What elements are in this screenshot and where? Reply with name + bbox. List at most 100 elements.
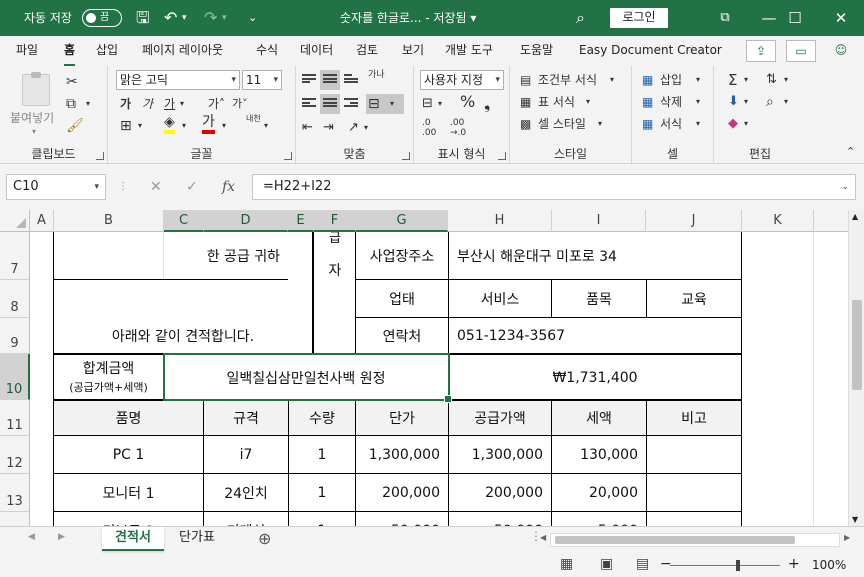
conditional-formatting-button[interactable]: 조건부 서식 (538, 70, 597, 90)
delete-cells-icon[interactable]: ▦ (642, 92, 653, 112)
redo-dropdown-icon[interactable]: ▾ (222, 0, 227, 36)
item-name[interactable]: 키보드 2 (54, 512, 203, 526)
clear-icon[interactable]: ◆ (728, 114, 738, 134)
select-all-corner[interactable] (0, 210, 30, 232)
underline-button[interactable]: 가 (164, 94, 175, 114)
item-supply[interactable]: 1,300,000 (449, 436, 551, 474)
font-launcher-icon[interactable] (284, 152, 292, 160)
scroll-right-icon[interactable]: ▶ (844, 533, 850, 542)
column-header-g[interactable]: G (356, 210, 448, 232)
cell-styles-dropdown-icon[interactable]: ▾ (598, 114, 602, 134)
cell-g7[interactable]: 사업장주소 (356, 232, 448, 280)
share-icon[interactable]: ⇪ (746, 40, 776, 62)
close-icon[interactable]: ✕ (818, 0, 864, 36)
zoom-slider-track[interactable] (670, 565, 780, 566)
cell-styles-icon[interactable]: ▩ (520, 114, 531, 134)
save-icon[interactable]: 🖫 (136, 0, 150, 36)
cell-b10-line1[interactable]: 합계금액 (54, 356, 163, 380)
column-header-b[interactable]: B (54, 210, 164, 232)
format-cells-icon[interactable]: ▦ (642, 114, 653, 134)
scroll-up-icon[interactable]: ▲ (852, 212, 858, 221)
percent-style-button[interactable]: % (460, 92, 475, 112)
page-layout-view-icon[interactable]: ▣ (600, 556, 613, 572)
clipboard-launcher-icon[interactable] (96, 152, 104, 160)
item-note[interactable] (647, 512, 741, 526)
number-launcher-icon[interactable] (498, 152, 506, 160)
next-sheet-icon[interactable]: ▶ (58, 532, 65, 542)
column-header-c[interactable]: C (164, 210, 204, 232)
align-bottom-icon[interactable] (344, 74, 358, 86)
font-color-button[interactable]: 가 (202, 114, 215, 134)
format-as-table-dropdown-icon[interactable]: ▾ (586, 92, 590, 112)
sort-filter-icon[interactable]: ⇅ (766, 70, 777, 90)
fill-icon[interactable]: ⬇ (728, 92, 739, 112)
vertical-scrollbar[interactable]: ▲ ▼ (848, 210, 864, 526)
login-button[interactable]: 로그인 (610, 8, 668, 28)
comma-style-icon[interactable]: ❟ (484, 94, 490, 114)
cell-h9[interactable]: 051-1234-3567 (449, 318, 741, 354)
font-name-caret-icon[interactable]: ▾ (231, 71, 236, 89)
decrease-decimal-icon[interactable]: .00 →.0 (450, 118, 466, 138)
underline-dropdown-icon[interactable]: ▾ (180, 94, 184, 114)
normal-view-icon[interactable]: ▦ (560, 556, 573, 572)
item-price[interactable]: 200,000 (356, 474, 448, 512)
shrink-font-button[interactable]: 가˅ (232, 94, 248, 114)
cell-h8[interactable]: 서비스 (449, 280, 551, 318)
item-price[interactable]: 50,000 (356, 512, 448, 526)
grow-font-button[interactable]: 가˄ (208, 94, 225, 114)
tab-file[interactable]: 파일 (16, 36, 38, 66)
ribbon-display-options-icon[interactable]: ⧉ (702, 0, 748, 36)
item-qty[interactable]: 1 (289, 474, 355, 512)
insert-cells-dropdown-icon[interactable]: ▾ (696, 70, 700, 90)
item-spec[interactable]: 기계식 (204, 512, 288, 526)
autosave-toggle[interactable]: 끔 (82, 9, 122, 27)
zoom-in-icon[interactable]: + (788, 556, 800, 572)
cell-j8[interactable]: 교육 (647, 280, 741, 318)
document-title[interactable]: 숫자를 한글로... - 저장됨 ▾ (340, 0, 476, 36)
maximize-icon[interactable]: ☐ (772, 0, 818, 36)
insert-cells-icon[interactable]: ▦ (642, 70, 653, 90)
cut-icon[interactable]: ✂ (66, 72, 78, 92)
align-top-icon[interactable] (302, 74, 316, 86)
column-header-j[interactable]: J (646, 210, 742, 232)
row-header-8[interactable]: 8 (0, 280, 30, 318)
sheet-tab-quote[interactable]: 견적서 (102, 527, 164, 551)
tab-page-layout[interactable]: 페이지 레이아웃 (142, 36, 223, 66)
merge-dropdown-icon[interactable]: ▾ (390, 94, 394, 114)
paste-icon[interactable] (22, 72, 50, 106)
format-cells-dropdown-icon[interactable]: ▾ (696, 114, 700, 134)
collapse-ribbon-icon[interactable]: ⌃ (846, 142, 855, 162)
row-header-13[interactable]: 13 (0, 474, 30, 512)
bold-button[interactable]: 가 (120, 94, 131, 114)
table-header-qty[interactable]: 수량 (289, 401, 355, 435)
item-note[interactable] (647, 436, 741, 474)
table-header-price[interactable]: 단가 (356, 401, 448, 435)
formula-bar-splitter-icon[interactable]: ⋮ (118, 174, 128, 200)
cell-b9[interactable]: 아래와 같이 견적합니다. (54, 318, 312, 354)
name-box[interactable]: C10 ▾ (6, 174, 106, 200)
item-name[interactable]: PC 1 (54, 436, 203, 474)
decrease-indent-icon[interactable]: ⇤ (302, 118, 313, 138)
insert-function-icon[interactable]: fx (222, 174, 235, 200)
item-price[interactable]: 1,300,000 (356, 436, 448, 474)
table-header-spec[interactable]: 규격 (204, 401, 288, 435)
cell-g8[interactable]: 업태 (356, 280, 448, 318)
cell-h10[interactable]: ₩1,731,400 (449, 355, 741, 400)
fill-color-icon[interactable]: ◈ (164, 114, 175, 134)
column-header-a[interactable]: A (30, 210, 54, 232)
feedback-icon[interactable]: ☺ (826, 40, 856, 62)
formula-input[interactable]: =H22+I22 ⌄ (252, 174, 856, 200)
comments-icon[interactable]: ▭ (786, 40, 816, 62)
increase-decimal-icon[interactable]: .0.00 (422, 118, 436, 138)
row-header-10[interactable]: 10 (0, 354, 30, 400)
copy-dropdown-icon[interactable]: ▾ (86, 94, 90, 114)
font-size-combo[interactable]: 11 ▾ (242, 70, 282, 90)
tab-easy-document-creator[interactable]: Easy Document Creator (579, 36, 722, 66)
conditional-formatting-icon[interactable]: ▤ (520, 70, 531, 90)
tab-help[interactable]: 도움말 (520, 36, 553, 66)
row-header-7[interactable]: 7 (0, 232, 30, 280)
find-select-dropdown-icon[interactable]: ▾ (784, 92, 788, 112)
paste-dropdown-icon[interactable]: ▾ (32, 122, 36, 142)
format-as-table-button[interactable]: 표 서식 (538, 92, 575, 112)
font-color-dropdown-icon[interactable]: ▾ (222, 116, 226, 136)
